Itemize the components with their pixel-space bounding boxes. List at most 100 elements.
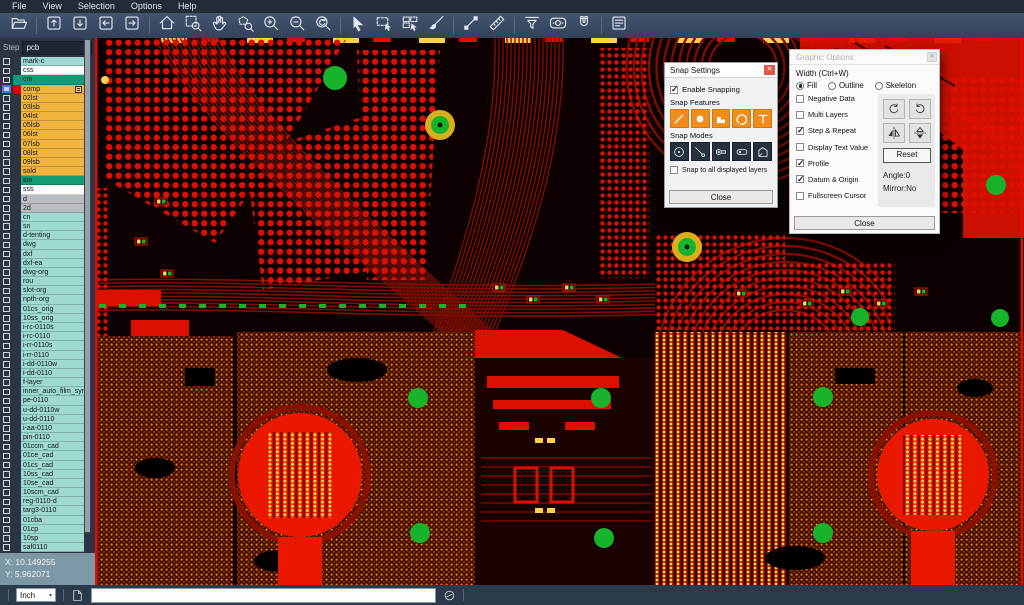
layer-color-swatch[interactable] [13, 323, 21, 332]
layer-name[interactable]: comp [21, 85, 84, 94]
layer-checkbox[interactable] [3, 517, 10, 524]
layer-name[interactable]: 10sp [21, 534, 84, 543]
layer-row[interactable]: i-rr-0110 [0, 351, 95, 360]
layer-checkbox[interactable] [3, 306, 10, 313]
layer-color-swatch[interactable] [13, 433, 21, 442]
layer-checkbox[interactable] [3, 544, 10, 551]
draw-page-icon[interactable] [71, 589, 84, 602]
layer-row[interactable]: 01cp [0, 525, 95, 534]
pan-hand-button[interactable] [206, 15, 232, 37]
layer-color-swatch[interactable] [13, 525, 21, 534]
flip-horizontal-button[interactable] [883, 123, 905, 143]
checkbox[interactable] [670, 166, 678, 174]
layer-color-swatch[interactable] [13, 516, 21, 525]
rotate-ccw-button[interactable] [909, 99, 931, 119]
layer-checkbox[interactable] [3, 489, 10, 496]
layer-color-swatch[interactable] [13, 250, 21, 259]
layer-row[interactable]: i-dd-0110w [0, 360, 95, 369]
layer-color-swatch[interactable] [13, 314, 21, 323]
radio-skeleton[interactable] [875, 82, 883, 90]
layer-checkbox[interactable] [3, 535, 10, 542]
layer-checkbox[interactable] [3, 196, 10, 203]
layer-row[interactable]: rou [0, 277, 95, 286]
layer-row[interactable]: 10scm_cad [0, 488, 95, 497]
layer-name[interactable]: dxf [21, 250, 84, 259]
zoom-previous-button[interactable] [310, 15, 336, 37]
layer-name[interactable]: 02lst [21, 94, 84, 103]
layer-row[interactable]: mark-c [0, 57, 95, 66]
option-row-multi-layers[interactable]: Multi Layers [796, 110, 878, 119]
layer-row[interactable]: sold [0, 167, 95, 176]
layer-checkbox[interactable] [3, 389, 10, 396]
layer-checkbox[interactable] [3, 233, 10, 240]
layer-checkbox[interactable] [3, 462, 10, 469]
close-icon[interactable]: ✕ [764, 65, 775, 75]
layer-name[interactable]: i-rr-0110 [21, 351, 84, 360]
line-snap-button[interactable] [670, 109, 689, 128]
layer-row[interactable]: css [0, 66, 95, 75]
layer-name[interactable]: dxf-ea [21, 259, 84, 268]
enable-snapping-checkbox-row[interactable]: Enable Snapping [670, 85, 772, 94]
layer-name[interactable]: inner_auto_film_symb [21, 387, 84, 396]
zoom-in-button[interactable] [258, 15, 284, 37]
layer-name[interactable]: reg-0110-d [21, 497, 84, 506]
layer-color-swatch[interactable] [13, 140, 21, 149]
layer-checkbox[interactable] [3, 242, 10, 249]
layer-checkbox[interactable] [3, 58, 10, 65]
paint-brush-button[interactable] [423, 15, 449, 37]
layer-row[interactable]: cm [0, 75, 95, 84]
box-arrow-down-button[interactable] [67, 15, 93, 37]
layer-color-swatch[interactable] [13, 451, 21, 460]
layer-row[interactable]: 2d [0, 204, 95, 213]
layer-checkbox[interactable] [3, 526, 10, 533]
layer-color-swatch[interactable] [13, 268, 21, 277]
layer-name[interactable]: pe-0110 [21, 396, 84, 405]
layer-checkbox[interactable] [3, 370, 10, 377]
layer-color-swatch[interactable] [13, 185, 21, 194]
layer-checkbox[interactable] [3, 444, 10, 451]
layer-name[interactable]: rou [21, 277, 84, 286]
layer-row[interactable]: u-dd-0110 [0, 415, 95, 424]
layer-color-swatch[interactable] [13, 534, 21, 543]
layer-color-swatch[interactable] [13, 158, 21, 167]
layer-color-swatch[interactable] [13, 103, 21, 112]
layer-name[interactable]: sn [21, 222, 84, 231]
checkbox[interactable] [796, 95, 804, 103]
layer-color-swatch[interactable] [13, 130, 21, 139]
box-arrow-left-button[interactable] [93, 15, 119, 37]
layer-row[interactable]: i-aa-0110 [0, 424, 95, 433]
layer-name[interactable]: i-rc-0110 [21, 332, 84, 341]
layer-row[interactable]: 10ss_orig [0, 314, 95, 323]
radio-fill[interactable] [796, 82, 804, 90]
snap-magnet-button[interactable] [571, 15, 597, 37]
option-row-negative-data[interactable]: Negative Data [796, 94, 878, 103]
layer-name[interactable]: 01ccm_cad [21, 442, 84, 451]
layer-row[interactable]: cn [0, 213, 95, 222]
layer-color-swatch[interactable] [13, 461, 21, 470]
layer-name[interactable]: 01cp [21, 525, 84, 534]
layer-checkbox[interactable] [3, 260, 10, 267]
layer-name[interactable]: 10ss_cad [21, 470, 84, 479]
layer-row[interactable]: 07lsb [0, 140, 95, 149]
layer-color-swatch[interactable] [13, 506, 21, 515]
layer-color-swatch[interactable] [13, 286, 21, 295]
layer-checkbox[interactable] [3, 297, 10, 304]
step-select[interactable]: pcb ▾ [22, 41, 92, 55]
checkbox[interactable] [796, 175, 804, 183]
layer-row[interactable]: reg-0110-d [0, 497, 95, 506]
layer-row[interactable]: sss [0, 185, 95, 194]
layer-checkbox[interactable] [3, 150, 10, 157]
layer-color-swatch[interactable] [13, 195, 21, 204]
layer-name[interactable]: 01cs_cad [21, 461, 84, 470]
unit-select[interactable]: Inch ▾ [16, 588, 56, 602]
layer-color-swatch[interactable] [13, 378, 21, 387]
layer-checkbox[interactable] [3, 159, 10, 166]
layer-checkbox[interactable] [3, 315, 10, 322]
layer-row[interactable]: sn [0, 222, 95, 231]
layer-row[interactable]: npth-org [0, 295, 95, 304]
zoom-area-button[interactable] [180, 15, 206, 37]
layer-color-swatch[interactable] [13, 406, 21, 415]
layer-list-scrollbar[interactable] [84, 38, 91, 534]
layer-color-swatch[interactable] [13, 497, 21, 506]
layer-name[interactable]: saf0110 [21, 543, 84, 552]
